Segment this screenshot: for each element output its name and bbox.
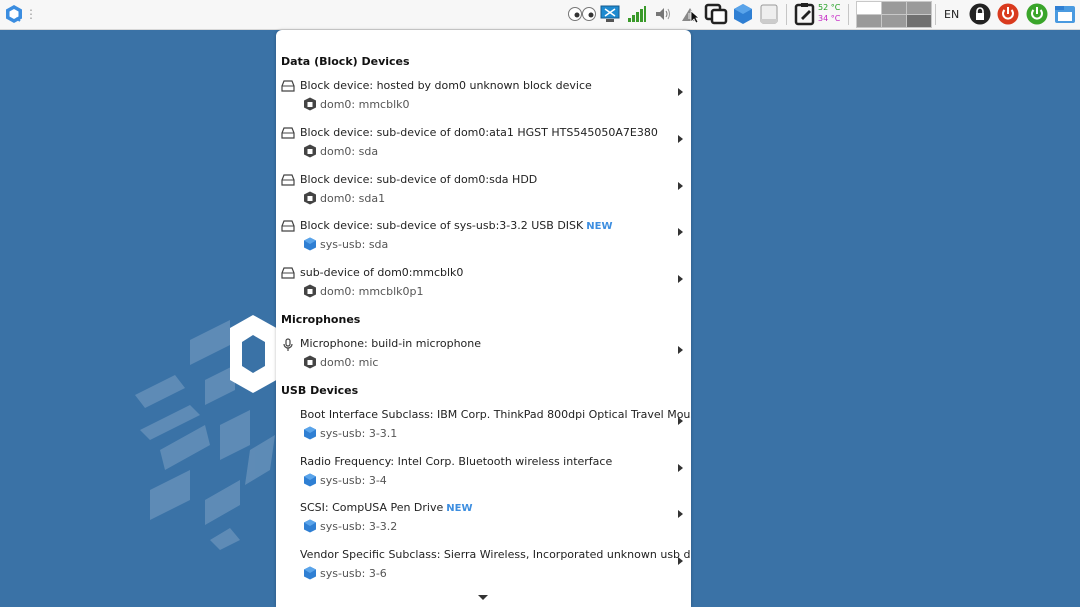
- section-header-usb-devices: USB Devices: [281, 384, 359, 397]
- device-title: Vendor Specific Subclass: Sierra Wireles…: [300, 548, 691, 561]
- qube-icon: [304, 566, 316, 580]
- section-header-block-devices: Data (Block) Devices: [281, 55, 410, 68]
- disk-usage-icon[interactable]: [758, 3, 780, 25]
- hard-disk-icon: [281, 220, 295, 232]
- device-item[interactable]: Block device: hosted by dom0 unknown blo…: [276, 79, 691, 123]
- qube-manager-icon[interactable]: [731, 3, 755, 25]
- device-title: Block device: hosted by dom0 unknown blo…: [300, 79, 592, 92]
- submenu-arrow-icon: [678, 417, 683, 425]
- qubes-menu-icon[interactable]: [3, 3, 25, 25]
- device-item[interactable]: sub-device of dom0:mmcblk0 dom0: mmcblk0…: [276, 266, 691, 310]
- qube-icon: [304, 473, 316, 487]
- file-manager-icon[interactable]: [1053, 3, 1077, 25]
- device-item[interactable]: Radio Frequency: Intel Corp. Bluetooth w…: [276, 455, 691, 499]
- panel-grip-icon: ⋮: [25, 7, 37, 21]
- device-source: dom0: mic: [320, 356, 379, 369]
- submenu-arrow-icon: [678, 557, 683, 565]
- device-item[interactable]: Microphone: build-in microphone dom0: mi…: [276, 337, 691, 381]
- battery-clipboard-icon[interactable]: [793, 3, 817, 26]
- submenu-arrow-icon: [678, 346, 683, 354]
- volume-icon[interactable]: [653, 3, 673, 25]
- device-title: Block device: sub-device of sys-usb:3-3.…: [300, 219, 584, 232]
- device-source: dom0: mmcblk0: [320, 98, 410, 111]
- restart-icon[interactable]: [1025, 3, 1049, 25]
- hard-disk-icon: [281, 174, 295, 186]
- dom0-icon: [304, 97, 316, 111]
- device-source: sys-usb: 3-3.2: [320, 520, 398, 533]
- hard-disk-icon: [281, 127, 295, 139]
- device-item[interactable]: SCSI: CompUSA Pen Drive NEW sys-usb: 3-3.…: [276, 501, 691, 545]
- device-source: sys-usb: 3-4: [320, 474, 387, 487]
- device-title-row: SCSI: CompUSA Pen Drive NEW: [300, 501, 473, 514]
- network-monitor-icon[interactable]: [599, 3, 621, 25]
- disk-temperature: 34 °C: [818, 14, 841, 23]
- device-item[interactable]: Block device: sub-device of dom0:sda HDD…: [276, 173, 691, 217]
- device-source: dom0: sda1: [320, 192, 386, 205]
- dom0-icon: [304, 284, 316, 298]
- workspace-6[interactable]: [906, 14, 932, 28]
- submenu-arrow-icon: [678, 135, 683, 143]
- device-title: Boot Interface Subclass: IBM Corp. Think…: [300, 408, 691, 421]
- workspace-2[interactable]: [881, 1, 907, 15]
- submenu-arrow-icon: [678, 275, 683, 283]
- hard-disk-icon: [281, 80, 295, 92]
- submenu-arrow-icon: [678, 510, 683, 518]
- power-off-icon[interactable]: [996, 3, 1020, 25]
- device-source: sys-usb: 3-3.1: [320, 427, 398, 440]
- mouse-pointer-icon: [690, 10, 700, 24]
- device-item[interactable]: Block device: sub-device of sys-usb:3-3.…: [276, 219, 691, 263]
- device-title: Block device: sub-device of dom0:ata1 HG…: [300, 126, 658, 139]
- cpu-temperature: 52 °C: [818, 3, 841, 12]
- qube-icon: [304, 426, 316, 440]
- temperature-readout: 52 °C 34 °C: [818, 2, 840, 24]
- device-title-row: Block device: sub-device of sys-usb:3-3.…: [300, 219, 612, 232]
- workspace-4[interactable]: [856, 14, 882, 28]
- new-badge: NEW: [446, 503, 473, 514]
- device-title: Radio Frequency: Intel Corp. Bluetooth w…: [300, 455, 613, 468]
- device-title: SCSI: CompUSA Pen Drive: [300, 501, 444, 514]
- hard-disk-icon: [281, 267, 295, 279]
- device-source: dom0: mmcblk0p1: [320, 285, 424, 298]
- device-source: dom0: sda: [320, 145, 379, 158]
- window-switcher-icon[interactable]: [703, 3, 729, 25]
- new-badge: NEW: [586, 221, 613, 232]
- dom0-icon: [304, 191, 316, 205]
- microphone-icon: [283, 338, 293, 351]
- device-title: sub-device of dom0:mmcblk0: [300, 266, 464, 279]
- keyboard-layout[interactable]: EN: [944, 8, 959, 21]
- devices-menu: Data (Block) Devices Block device: hoste…: [276, 30, 691, 607]
- workspace-5[interactable]: [881, 14, 907, 28]
- submenu-arrow-icon: [678, 464, 683, 472]
- workspace-pager[interactable]: [855, 1, 933, 28]
- submenu-arrow-icon: [678, 228, 683, 236]
- lock-icon[interactable]: [968, 3, 992, 25]
- device-title: Block device: sub-device of dom0:sda HDD: [300, 173, 538, 186]
- wifi-signal-icon[interactable]: [626, 3, 648, 25]
- qube-icon: [304, 519, 316, 533]
- scroll-down-arrow-icon[interactable]: [478, 595, 488, 600]
- device-source: sys-usb: 3-6: [320, 567, 387, 580]
- workspace-3[interactable]: [906, 1, 932, 15]
- device-item[interactable]: Boot Interface Subclass: IBM Corp. Think…: [276, 408, 691, 452]
- dom0-icon: [304, 355, 316, 369]
- eyes-icon: [566, 3, 598, 25]
- qubes-desktop-logo: [130, 300, 290, 554]
- qube-icon: [304, 237, 316, 251]
- top-panel: ⋮ 52 °C 34 °C EN: [0, 0, 1080, 30]
- workspace-1[interactable]: [856, 1, 882, 15]
- device-title: Microphone: build-in microphone: [300, 337, 482, 350]
- device-source: sys-usb: sda: [320, 238, 389, 251]
- device-item[interactable]: Block device: sub-device of dom0:ata1 HG…: [276, 126, 691, 170]
- submenu-arrow-icon: [678, 182, 683, 190]
- dom0-icon: [304, 144, 316, 158]
- submenu-arrow-icon: [678, 88, 683, 96]
- device-item[interactable]: Vendor Specific Subclass: Sierra Wireles…: [276, 548, 691, 592]
- section-header-microphones: Microphones: [281, 313, 361, 326]
